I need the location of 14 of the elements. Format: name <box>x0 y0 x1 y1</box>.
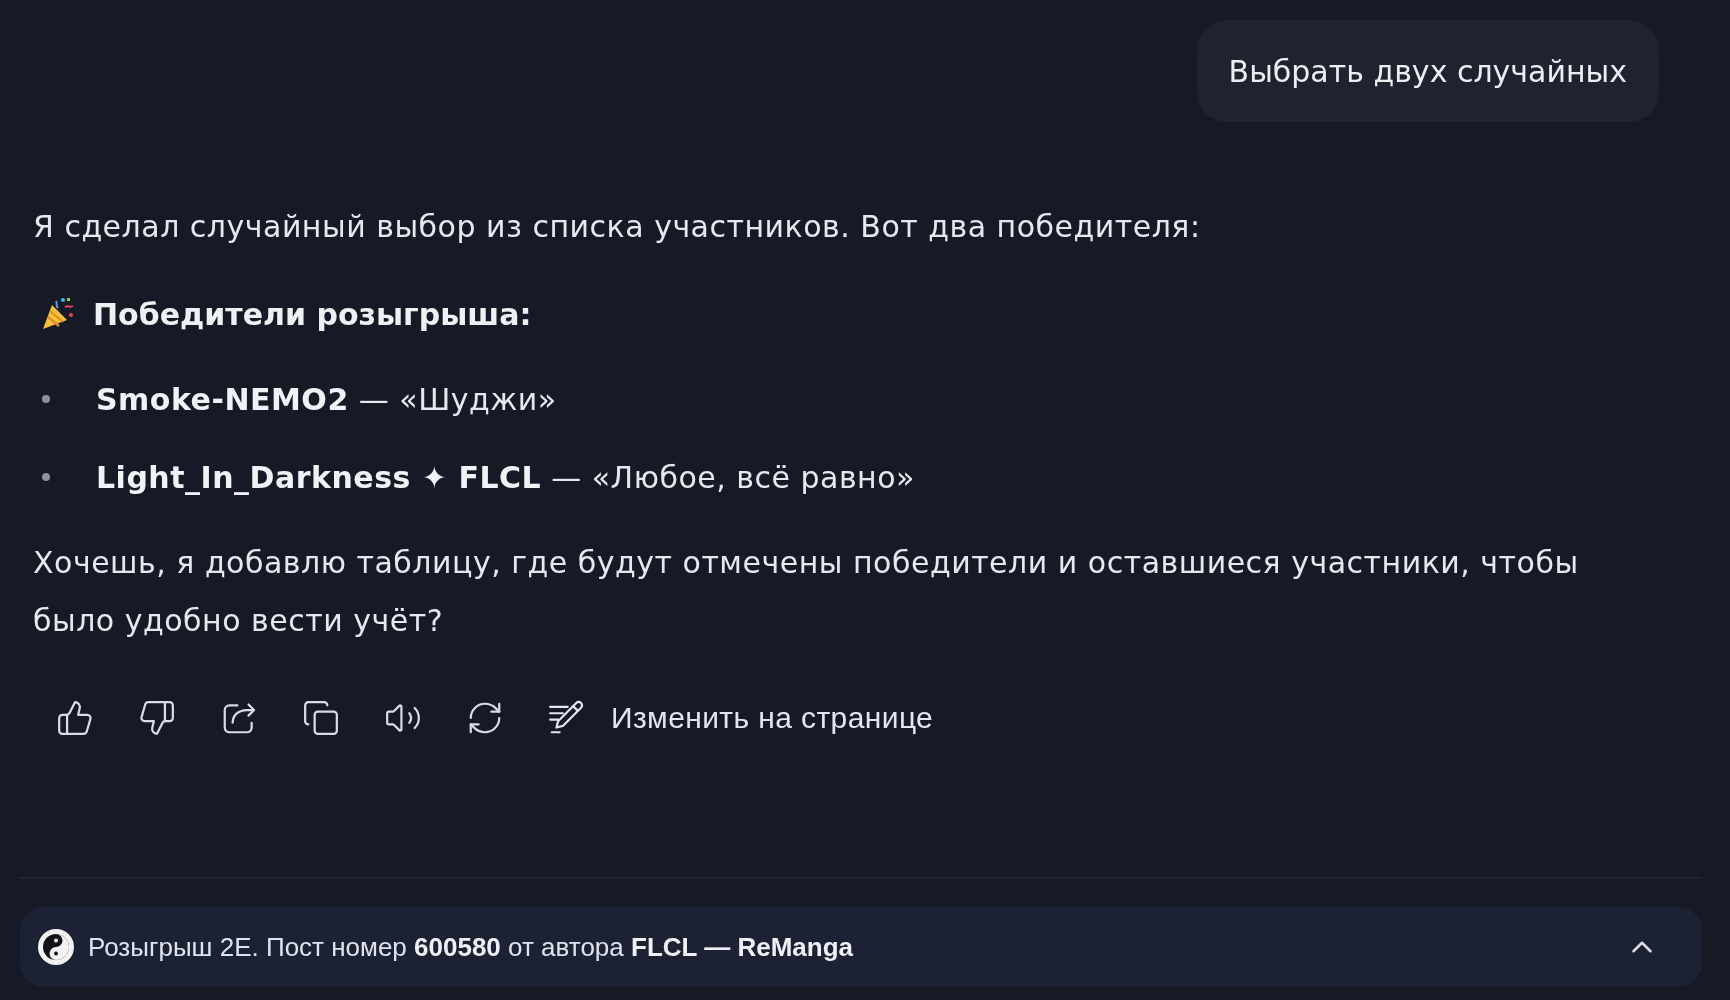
copy-icon <box>302 699 340 737</box>
source-title: Розыгрыш 2E. Пост номер 600580 от автора FLCL — ReManga <box>88 931 854 963</box>
thumbs-down-icon <box>138 699 176 737</box>
answer-text: Я сделал случайный выбор из списка участников. Вот два победителя: <box>33 208 1202 246</box>
edit-on-page-button[interactable]: Изменить на странице <box>541 692 940 744</box>
yin-yang-icon <box>37 928 75 966</box>
answer-heading: Победители розыгрыша: <box>93 296 532 332</box>
answer-text: Хочешь, я добавлю таблицу, где будут отмечены победители и оставшиеся участники, чтобы было удобно вести учёт? <box>33 544 1580 640</box>
bullet-icon <box>42 395 50 403</box>
user-message: Выбрать двух случайных <box>1196 20 1659 122</box>
winner-text: Light_In_Darkness ✦ FLCL — «Любое, всё равно» <box>96 459 915 495</box>
thumbs-up-icon <box>56 699 94 737</box>
winner-text: Smoke-NEMO2 — «Шуджи» <box>96 381 557 417</box>
bullet-icon <box>42 473 50 481</box>
